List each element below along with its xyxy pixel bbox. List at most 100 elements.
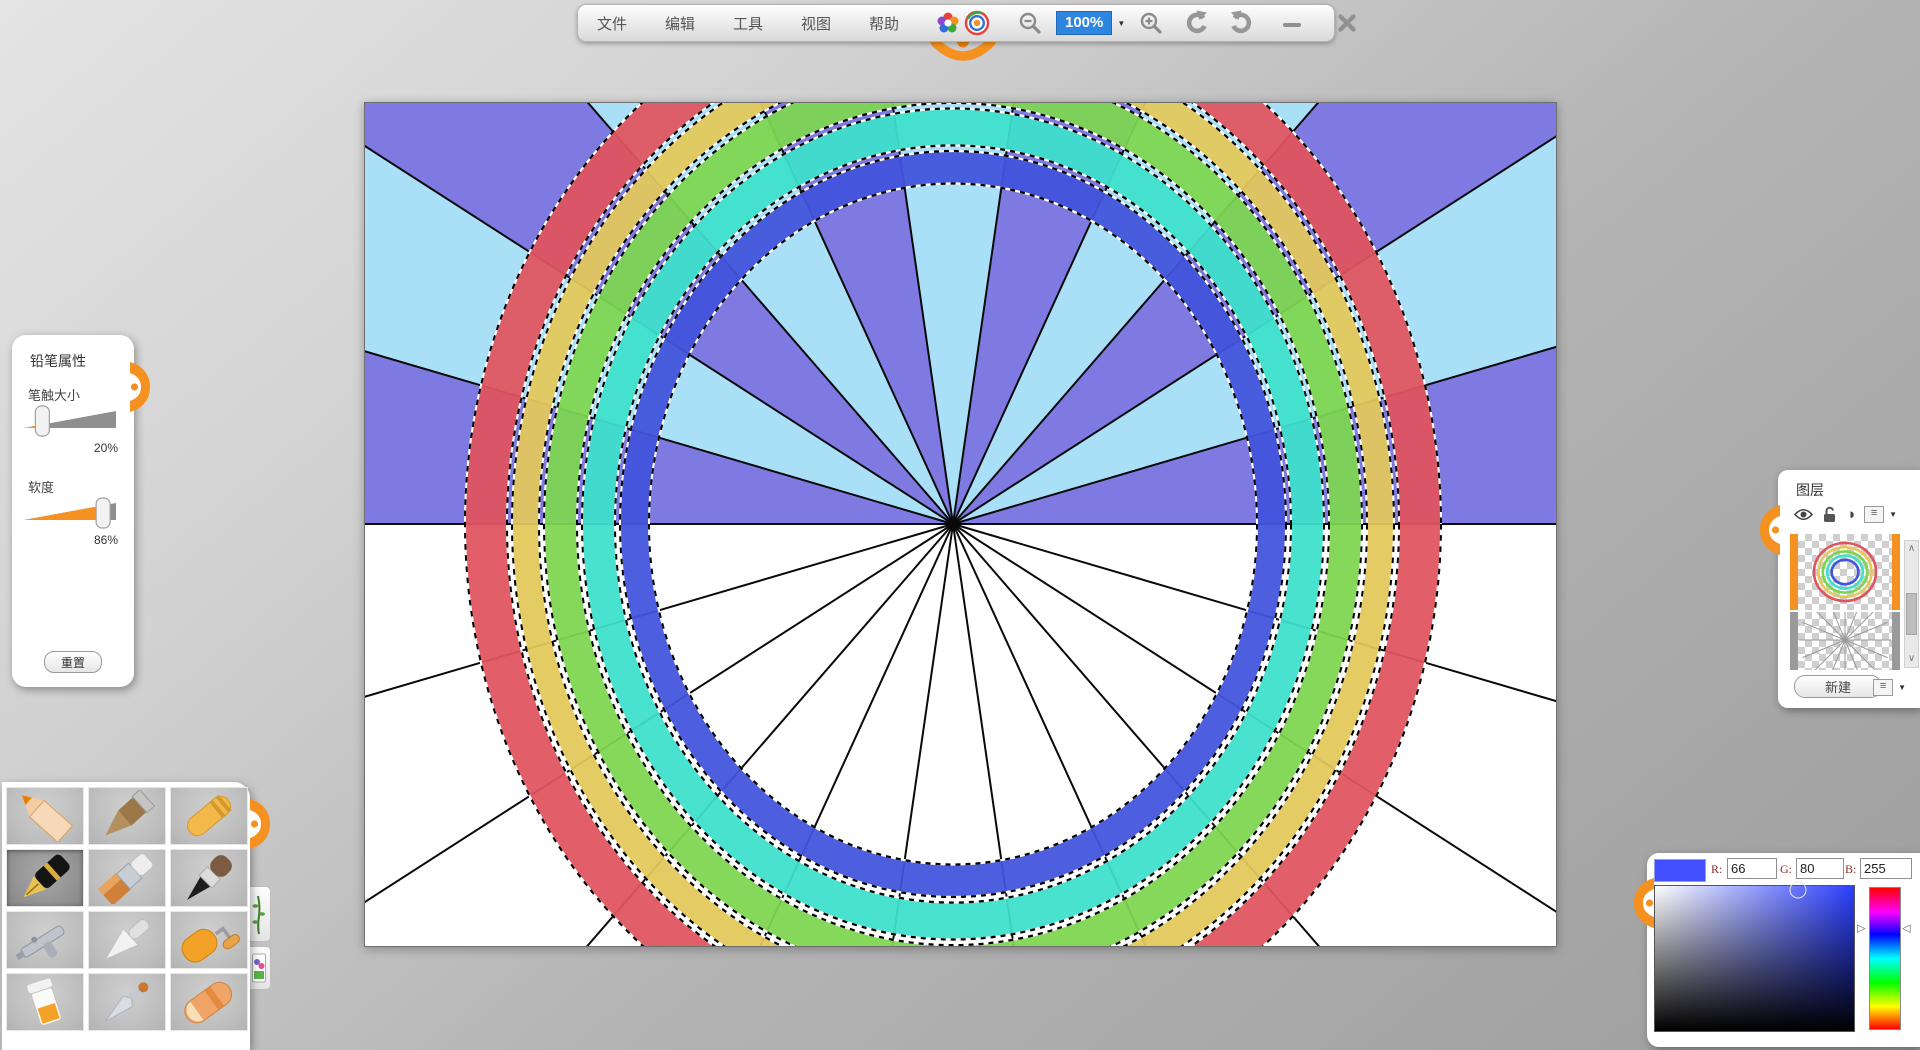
airbrush-icon (10, 914, 80, 966)
tool-paint-bottle[interactable] (6, 973, 84, 1031)
current-color-swatch (1654, 859, 1706, 882)
close-icon (1336, 12, 1358, 34)
lock-icon[interactable] (1822, 506, 1837, 523)
menu-help[interactable]: 帮助 (850, 5, 918, 41)
tool-crayon[interactable] (170, 787, 248, 845)
pencil-icon (10, 790, 80, 842)
tool-paint-roller[interactable] (170, 911, 248, 969)
red-input[interactable] (1727, 858, 1777, 879)
tool-palette-clown-tab[interactable] (250, 798, 270, 850)
canvas-drawing[interactable] (365, 103, 1556, 946)
layer-2-selection-bar (1790, 612, 1798, 670)
zoom-level-control[interactable]: 100% ▼ (1052, 5, 1129, 41)
layers-panel-title: 图层 (1796, 480, 1824, 500)
tool-paint-knife[interactable] (88, 973, 166, 1031)
list-icon: ≡ (1864, 506, 1884, 523)
softness-slider[interactable] (22, 495, 118, 531)
tool-fountain-pen[interactable] (6, 849, 84, 907)
menu-tools-label: 工具 (733, 13, 763, 34)
scroll-up-icon[interactable]: ∧ (1905, 544, 1918, 554)
clown-eyes-icon (933, 8, 993, 38)
tool-charcoal-pencil[interactable] (88, 787, 166, 845)
layer-item-2[interactable] (1790, 612, 1900, 670)
tool-airbrush[interactable] (6, 911, 84, 969)
stamp-category-button[interactable] (248, 946, 271, 990)
hue-pointer-right-icon[interactable]: ◁ (1902, 924, 1910, 935)
reset-button[interactable]: 重置 (44, 651, 102, 673)
flat-brush-icon (92, 852, 162, 904)
layers-panel-clown-tab[interactable] (1760, 505, 1780, 555)
tool-pencil[interactable] (6, 787, 84, 845)
color-cursor[interactable] (1790, 882, 1807, 899)
minimize-button[interactable] (1265, 5, 1319, 41)
undo-button[interactable] (1173, 5, 1219, 41)
undo-icon (1183, 10, 1209, 36)
hue-pointer-left-icon[interactable]: ▷ (1857, 924, 1865, 935)
chevron-down-icon: ▼ (1898, 683, 1906, 692)
layers-panel: 图层 ◑ ≡ ▼ 新建 ≡ ▼ (1778, 470, 1920, 708)
layer-2-radial-lines (1798, 612, 1892, 670)
layer-2-thumbnail (1798, 612, 1892, 670)
crayon-icon (174, 790, 244, 842)
blue-label: B: (1845, 862, 1856, 877)
layer-options-button[interactable]: ≡ ▼ (1864, 506, 1897, 523)
softness-value: 86% (94, 533, 118, 547)
green-label: G: (1780, 862, 1792, 877)
layer-menu-button[interactable]: ≡ ▼ (1873, 679, 1906, 696)
paint-roller-icon (174, 914, 244, 966)
layer-1-thumbnail (1798, 534, 1892, 610)
tool-palette-knife[interactable] (88, 911, 166, 969)
redo-icon (1229, 10, 1255, 36)
layers-scrollbar[interactable]: ∧ ∨ (1904, 540, 1919, 668)
pencil-panel-clown-tab[interactable] (130, 362, 150, 412)
palette-knife-icon (92, 914, 162, 966)
zoom-out-icon (1018, 11, 1042, 35)
hue-slider[interactable] (1869, 887, 1901, 1030)
new-layer-button[interactable]: 新建 (1794, 675, 1882, 698)
brush-size-value: 20% (94, 441, 118, 455)
clown-mascot-button[interactable] (918, 5, 1008, 41)
minimize-icon (1281, 12, 1303, 34)
green-input[interactable] (1796, 858, 1844, 879)
opacity-contrast-icon[interactable]: ◑ (1846, 506, 1855, 523)
chevron-down-icon: ▼ (1889, 510, 1897, 519)
layer-1-selection-bar (1790, 534, 1798, 610)
menu-file[interactable]: 文件 (578, 5, 646, 41)
layer-item-1[interactable] (1790, 534, 1900, 610)
fountain-pen-icon (10, 852, 80, 904)
zoom-out-button[interactable] (1008, 5, 1052, 41)
tool-grid (6, 787, 248, 1031)
tool-palette-panel (2, 782, 250, 1050)
scrollbar-thumb[interactable] (1906, 593, 1917, 635)
menu-edit[interactable]: 编辑 (646, 5, 714, 41)
tool-flat-brush[interactable] (88, 849, 166, 907)
plant-brush-category-button[interactable] (248, 886, 271, 942)
menu-tools[interactable]: 工具 (714, 5, 782, 41)
zoom-in-button[interactable] (1129, 5, 1173, 41)
brush-size-slider[interactable] (22, 403, 118, 439)
layers-toolbar: ◑ ≡ ▼ (1794, 506, 1897, 523)
close-button[interactable] (1319, 5, 1375, 41)
saturation-value-picker[interactable] (1654, 885, 1855, 1032)
menu-view-label: 视图 (801, 13, 831, 34)
zoom-level-value[interactable]: 100% (1056, 11, 1112, 35)
menu-view[interactable]: 视图 (782, 5, 850, 41)
paint-bottle-icon (10, 976, 80, 1028)
visibility-eye-icon[interactable] (1794, 508, 1813, 521)
zoom-dropdown-arrow-icon[interactable]: ▼ (1117, 19, 1125, 28)
paint-knife-icon (92, 976, 162, 1028)
blue-input[interactable] (1860, 858, 1912, 879)
layer-2-selection-bar (1892, 612, 1900, 670)
color-panel-clown-tab[interactable] (1634, 878, 1654, 928)
redo-button[interactable] (1219, 5, 1265, 41)
main-toolbar: 文件 编辑 工具 视图 帮助 100% (577, 4, 1335, 42)
red-label: R: (1711, 862, 1722, 877)
menu-edit-label: 编辑 (665, 13, 695, 34)
scroll-down-icon[interactable]: ∨ (1905, 654, 1918, 664)
drawing-canvas[interactable] (364, 102, 1557, 947)
layer-1-selection-bar (1892, 534, 1900, 610)
tool-ink-brush[interactable] (170, 849, 248, 907)
pencil-panel-title: 铅笔属性 (30, 351, 86, 371)
tool-eraser[interactable] (170, 973, 248, 1031)
eraser-icon (174, 976, 244, 1028)
